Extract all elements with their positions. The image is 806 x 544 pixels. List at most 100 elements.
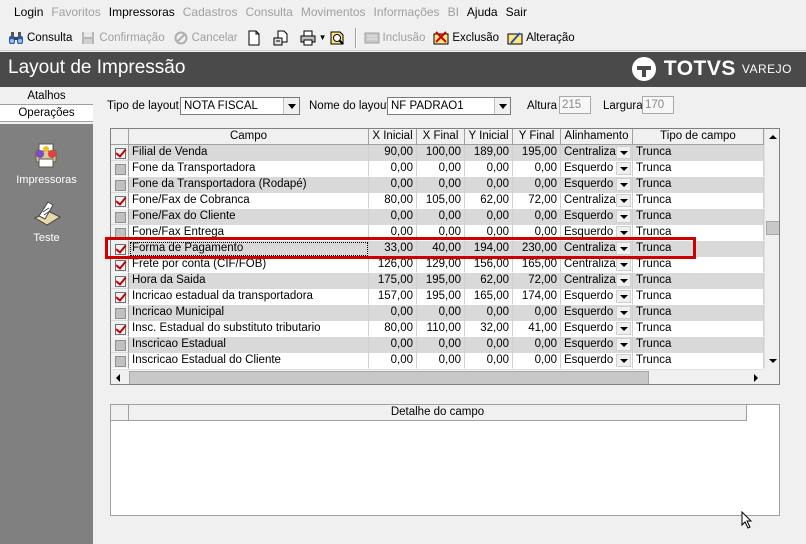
cell-tipo[interactable]: Trunca (633, 273, 764, 289)
cell-x-fim[interactable]: 0,00 (417, 161, 465, 177)
cell-x-fim[interactable]: 105,00 (417, 193, 465, 209)
cell-campo[interactable]: Fone da Transportadora (129, 161, 369, 177)
cell-x-ini[interactable]: 33,00 (369, 241, 417, 257)
cell-x-fim[interactable]: 100,00 (417, 145, 465, 161)
row-checkbox[interactable] (115, 180, 126, 191)
row-checkbox[interactable] (115, 324, 126, 335)
chevron-down-icon[interactable] (283, 98, 299, 114)
cell-x-ini[interactable]: 90,00 (369, 145, 417, 161)
row-checkbox[interactable] (115, 292, 126, 303)
cell-tipo[interactable]: Trunca (633, 321, 764, 337)
cell-alinhamento[interactable]: Centralizad (561, 241, 633, 257)
cell-x-ini[interactable]: 0,00 (369, 337, 417, 353)
chevron-down-icon[interactable] (616, 210, 631, 223)
cancelar-button[interactable]: Cancelar (169, 27, 242, 49)
row-checkbox[interactable] (115, 148, 126, 159)
cell-y-fim[interactable]: 0,00 (513, 305, 561, 321)
largura-field[interactable]: 170 (642, 96, 674, 114)
horizontal-scrollbar[interactable] (111, 369, 764, 384)
sidebar-item-impressoras[interactable]: Impressoras (0, 140, 93, 186)
confirmacao-button[interactable]: Confirmação (76, 27, 168, 49)
cell-y-fim[interactable]: 0,00 (513, 353, 561, 369)
cell-y-fim[interactable]: 0,00 (513, 337, 561, 353)
cell-alinhamento[interactable]: Esquerdo (561, 161, 633, 177)
table-row[interactable]: Frete por conta (CIF/FOB) 126,00 129,00 156… (111, 257, 764, 273)
table-row[interactable]: Fone da Transportadora 0,00 0,00 0,00 0,00 Es… (111, 161, 764, 177)
row-checkbox[interactable] (115, 340, 126, 351)
cell-y-ini[interactable]: 0,00 (465, 225, 513, 241)
menu-bi[interactable]: BI (444, 5, 463, 19)
cell-tipo[interactable]: Trunca (633, 193, 764, 209)
cell-x-fim[interactable]: 0,00 (417, 209, 465, 225)
chevron-down-icon[interactable] (616, 290, 631, 303)
cell-x-ini[interactable]: 175,00 (369, 273, 417, 289)
table-row[interactable]: Filial de Venda 90,00 100,00 189,00 195,00 Ce… (111, 145, 764, 161)
cell-campo[interactable]: Fone/Fax do Cliente (129, 209, 369, 225)
column-header[interactable]: X Final (417, 129, 465, 145)
cell-y-ini[interactable]: 0,00 (465, 161, 513, 177)
cell-alinhamento[interactable]: Centralizad (561, 145, 633, 161)
scroll-down-icon[interactable] (765, 353, 779, 369)
column-header[interactable]: Alinhamento (561, 129, 633, 145)
cell-y-ini[interactable]: 62,00 (465, 193, 513, 209)
cell-x-ini[interactable]: 0,00 (369, 225, 417, 241)
cell-y-ini[interactable]: 32,00 (465, 321, 513, 337)
column-header[interactable]: Tipo de campo (633, 129, 764, 145)
cell-campo[interactable]: Inscricao Estadual do Cliente (129, 353, 369, 369)
cell-alinhamento[interactable]: Centralizad (561, 257, 633, 273)
cell-tipo[interactable]: Trunca (633, 305, 764, 321)
row-checkbox[interactable] (115, 308, 126, 319)
cell-tipo[interactable]: Trunca (633, 209, 764, 225)
cell-y-fim[interactable]: 165,00 (513, 257, 561, 273)
table-row[interactable]: Inscricao Estadual 0,00 0,00 0,00 0,00 Esquer… (111, 337, 764, 353)
table-row[interactable]: Hora da Saida 175,00 195,00 62,00 72,00 Centr… (111, 273, 764, 289)
cell-tipo[interactable]: Trunca (633, 353, 764, 369)
cell-x-ini[interactable]: 0,00 (369, 353, 417, 369)
cell-x-ini[interactable]: 0,00 (369, 209, 417, 225)
cell-alinhamento[interactable]: Centralizad (561, 193, 633, 209)
chevron-down-icon[interactable] (616, 162, 631, 175)
menu-consulta[interactable]: Consulta (241, 5, 296, 19)
cell-y-fim[interactable]: 0,00 (513, 161, 561, 177)
cell-tipo[interactable]: Trunca (633, 145, 764, 161)
scroll-thumb[interactable] (766, 221, 779, 235)
row-checkbox[interactable] (115, 228, 126, 239)
cell-campo[interactable]: Fone da Transportadora (Rodapé) (129, 177, 369, 193)
cell-x-fim[interactable]: 0,00 (417, 225, 465, 241)
cell-y-ini[interactable]: 156,00 (465, 257, 513, 273)
table-row[interactable]: Fone/Fax de Cobranca 80,00 105,00 62,00 72,0… (111, 193, 764, 209)
cell-alinhamento[interactable]: Esquerdo (561, 305, 633, 321)
table-row[interactable]: Incricao Municipal 0,00 0,00 0,00 0,00 Esquer… (111, 305, 764, 321)
cell-x-ini[interactable]: 0,00 (369, 177, 417, 193)
inclusao-button[interactable]: Inclusão (360, 27, 430, 49)
cell-x-ini[interactable]: 80,00 (369, 193, 417, 209)
scroll-right-icon[interactable] (748, 370, 764, 384)
menu-login[interactable]: Login (10, 5, 47, 19)
cell-y-fim[interactable]: 72,00 (513, 273, 561, 289)
cell-tipo[interactable]: Trunca (633, 337, 764, 353)
cell-campo[interactable]: Fone/Fax de Cobranca (129, 193, 369, 209)
vertical-scrollbar[interactable] (764, 129, 779, 369)
menu-informa-es[interactable]: Informações (370, 5, 444, 19)
scroll-left-icon[interactable] (111, 370, 127, 384)
cell-tipo[interactable]: Trunca (633, 289, 764, 305)
scroll-thumb[interactable] (129, 371, 649, 384)
cell-alinhamento[interactable]: Esquerdo (561, 353, 633, 369)
cell-alinhamento[interactable]: Centralizad (561, 273, 633, 289)
cell-y-ini[interactable]: 194,00 (465, 241, 513, 257)
new-document-button[interactable] (242, 27, 269, 49)
row-checkbox[interactable] (115, 212, 126, 223)
table-row[interactable]: Insc. Estadual do substituto tributario 8… (111, 321, 764, 337)
chevron-down-icon[interactable] (616, 354, 631, 367)
column-header[interactable]: X Inicial (369, 129, 417, 145)
cell-y-ini[interactable]: 0,00 (465, 353, 513, 369)
menu-movimentos[interactable]: Movimentos (297, 5, 370, 19)
cell-y-fim[interactable]: 72,00 (513, 193, 561, 209)
chevron-down-icon[interactable] (616, 226, 631, 239)
cell-y-ini[interactable]: 0,00 (465, 337, 513, 353)
cell-y-fim[interactable]: 230,00 (513, 241, 561, 257)
open-document-button[interactable] (269, 27, 296, 49)
cell-alinhamento[interactable]: Esquerdo (561, 289, 633, 305)
row-checkbox[interactable] (115, 356, 126, 367)
tab-operacoes[interactable]: Operações (0, 105, 93, 122)
